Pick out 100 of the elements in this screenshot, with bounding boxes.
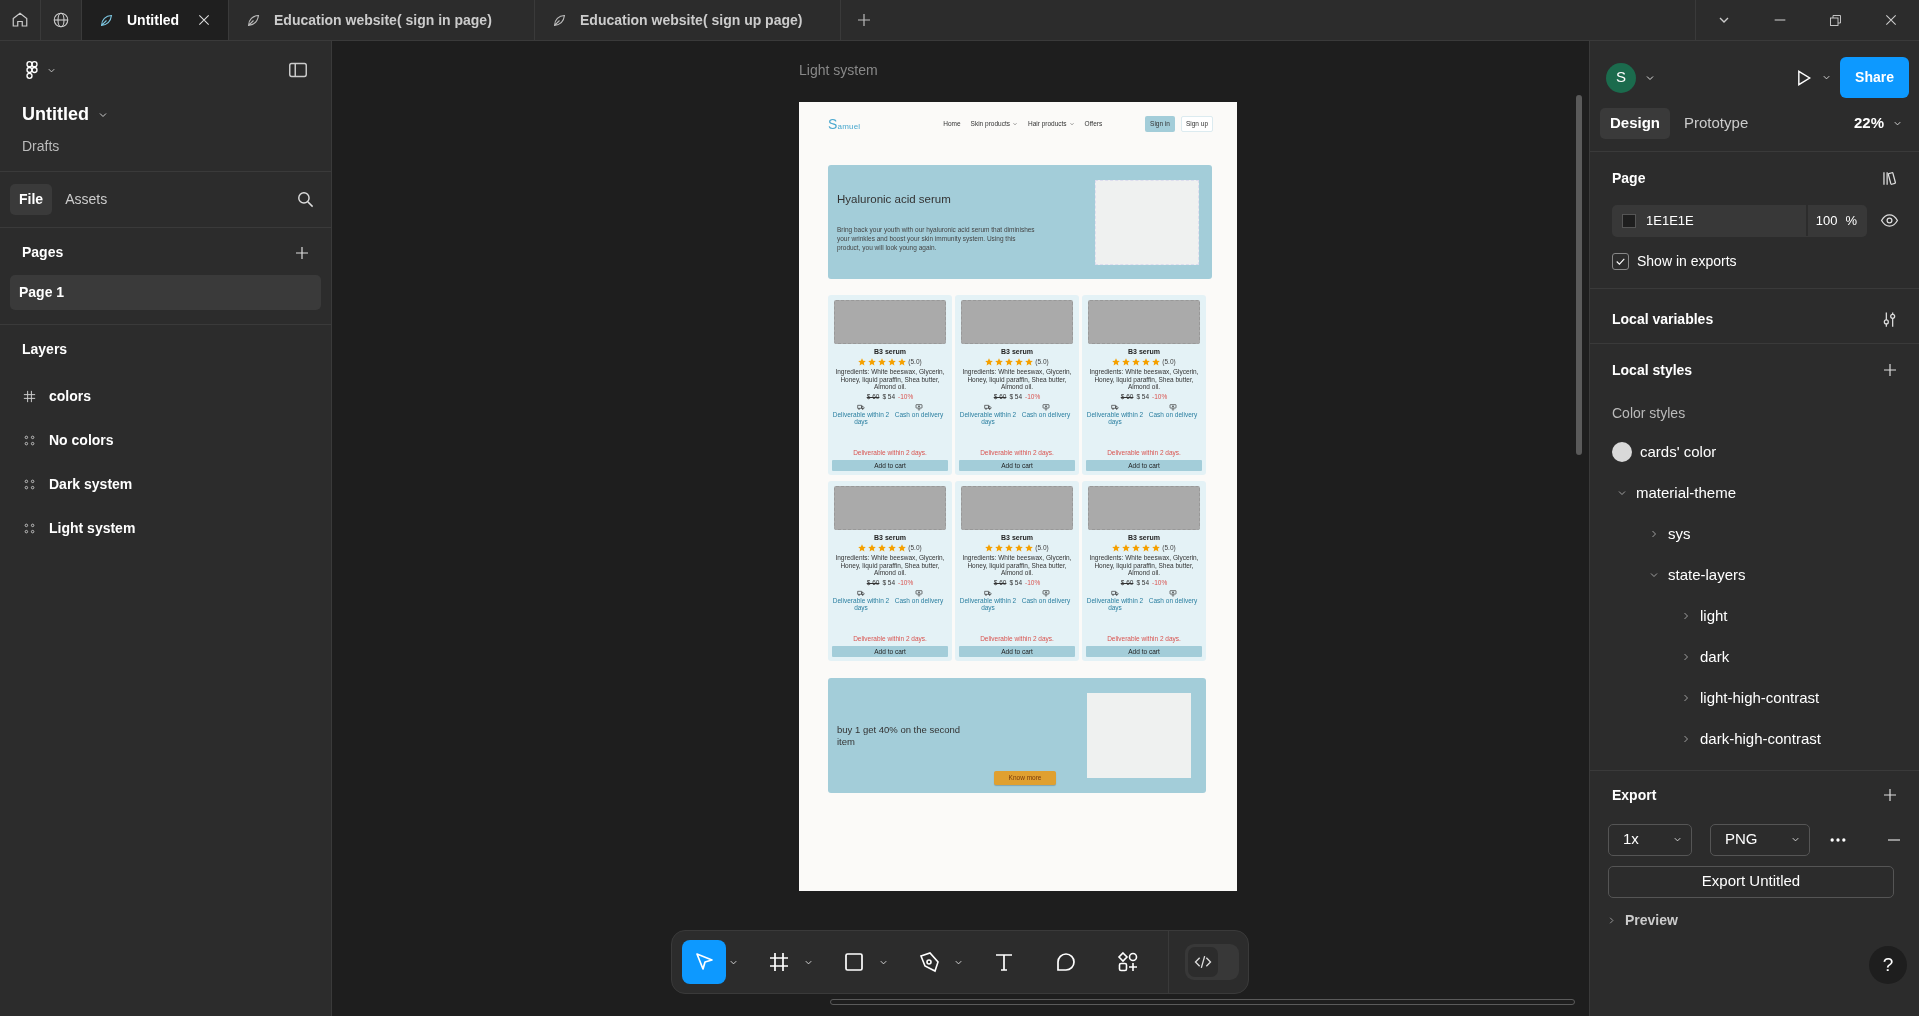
checkbox[interactable] bbox=[1612, 252, 1629, 270]
style-group[interactable]: light bbox=[1680, 595, 1899, 637]
eye-icon[interactable] bbox=[1880, 211, 1899, 230]
globe-icon[interactable] bbox=[52, 11, 70, 29]
scale-select[interactable]: 1x bbox=[1608, 823, 1692, 856]
layer-item[interactable]: Light system bbox=[0, 506, 331, 550]
restore-icon[interactable] bbox=[1828, 12, 1843, 28]
star-icon bbox=[1015, 544, 1024, 553]
comment-icon bbox=[1054, 950, 1078, 974]
style-group[interactable]: state-layers bbox=[1648, 554, 1899, 596]
layer-label: No colors bbox=[49, 430, 114, 450]
unit-label: % bbox=[1845, 211, 1857, 230]
star-icon bbox=[888, 544, 897, 553]
star-icon bbox=[898, 358, 907, 367]
star-icon bbox=[858, 544, 867, 553]
preview-toggle[interactable]: Preview bbox=[1606, 909, 1678, 931]
cash-icon bbox=[915, 402, 923, 411]
cash-icon bbox=[1169, 588, 1177, 597]
layer-label: Light system bbox=[49, 518, 136, 538]
star-icon bbox=[1015, 358, 1024, 367]
group-label: dark-high-contrast bbox=[1700, 728, 1821, 749]
format-select[interactable]: PNG bbox=[1710, 823, 1810, 856]
export-button[interactable]: Export Untitled bbox=[1608, 865, 1894, 898]
layer-item[interactable]: No colors bbox=[0, 418, 331, 462]
add-icon[interactable] bbox=[1881, 361, 1899, 379]
star-icon bbox=[1005, 358, 1014, 367]
close-icon[interactable] bbox=[1883, 12, 1899, 28]
panel-tab[interactable]: File bbox=[10, 184, 53, 215]
subsection-title: Color styles bbox=[1612, 403, 1686, 423]
avatar: S bbox=[1606, 62, 1636, 93]
tab-label: Education website( sign up page) bbox=[580, 10, 803, 30]
tab-label: Education website( sign in page) bbox=[274, 10, 492, 30]
layer-item[interactable]: Dark system bbox=[0, 462, 331, 506]
style-group[interactable]: dark bbox=[1680, 636, 1899, 678]
logo-text: Samuel bbox=[828, 114, 861, 134]
search-icon[interactable] bbox=[296, 190, 315, 209]
color-style-item[interactable]: cards' color bbox=[1612, 431, 1899, 473]
panel-tab[interactable]: Design bbox=[1600, 108, 1670, 139]
star-icon bbox=[868, 358, 877, 367]
zoom-level: 22% bbox=[1853, 113, 1884, 133]
star-icon bbox=[1132, 358, 1141, 367]
star-icon bbox=[1142, 358, 1151, 367]
add-icon[interactable] bbox=[1881, 786, 1899, 804]
file-name[interactable]: Untitled bbox=[22, 101, 89, 128]
star-icon bbox=[995, 358, 1004, 367]
truck-icon bbox=[984, 588, 992, 597]
home-icon[interactable] bbox=[11, 11, 29, 29]
star-icon bbox=[985, 544, 994, 553]
star-icon bbox=[878, 358, 887, 367]
promo-title: buy 1 get 40% on the second item bbox=[837, 724, 962, 747]
truck-icon bbox=[1111, 588, 1119, 597]
section-title: Pages bbox=[22, 243, 64, 262]
document-tab[interactable]: Untitled bbox=[82, 0, 229, 40]
tool-button[interactable] bbox=[682, 940, 726, 984]
style-group[interactable]: sys bbox=[1648, 513, 1899, 555]
star-icon bbox=[1152, 358, 1161, 367]
truck-icon bbox=[857, 588, 865, 597]
frame-icon bbox=[767, 950, 791, 974]
dev-mode-toggle[interactable] bbox=[1185, 944, 1239, 980]
scrollbar[interactable] bbox=[830, 999, 1575, 1005]
select-value: PNG bbox=[1725, 829, 1758, 850]
panel-tab[interactable]: Assets bbox=[56, 184, 117, 215]
section-title: Page bbox=[1612, 168, 1646, 188]
file-location: Drafts bbox=[22, 137, 61, 156]
truck-icon bbox=[1111, 402, 1119, 411]
truck-icon bbox=[857, 402, 865, 411]
rectangle-icon bbox=[842, 950, 866, 974]
opacity-value: 100 bbox=[1805, 204, 1846, 237]
color-value: 1E1E1E bbox=[1646, 211, 1694, 230]
cash-icon bbox=[1042, 588, 1050, 597]
style-group[interactable]: light-high-contrast bbox=[1680, 677, 1899, 719]
star-icon bbox=[1142, 544, 1151, 553]
tab-label: Untitled bbox=[127, 10, 180, 30]
hash-icon bbox=[22, 388, 37, 404]
panel-tab[interactable]: Prototype bbox=[1674, 108, 1759, 139]
close-icon[interactable] bbox=[196, 12, 212, 28]
star-icon bbox=[888, 358, 897, 367]
star-icon bbox=[1122, 358, 1131, 367]
page-item[interactable]: Page 1 bbox=[10, 275, 321, 310]
user-menu[interactable]: S bbox=[1606, 62, 1656, 93]
star-icon bbox=[858, 358, 867, 367]
style-group[interactable]: material-theme bbox=[1616, 472, 1899, 514]
color-field[interactable]: 1E1E1E 100 % bbox=[1612, 204, 1867, 237]
select-value: 1x bbox=[1623, 829, 1639, 850]
star-icon bbox=[1152, 544, 1161, 553]
checkbox-label: Show in exports bbox=[1637, 251, 1737, 271]
layer-item[interactable]: colors bbox=[0, 374, 331, 418]
style-group[interactable]: dark-high-contrast bbox=[1680, 718, 1899, 760]
star-icon bbox=[995, 544, 1004, 553]
star-icon bbox=[1025, 544, 1034, 553]
group-label: dark bbox=[1700, 646, 1730, 667]
star-icon bbox=[1025, 358, 1034, 367]
zoom-menu[interactable]: 22% bbox=[1853, 112, 1903, 135]
section-title: Local variables bbox=[1612, 309, 1714, 329]
layer-label: Dark system bbox=[49, 474, 133, 494]
new-tab-icon[interactable] bbox=[855, 11, 873, 29]
scrollbar[interactable] bbox=[1576, 95, 1582, 455]
group-label: light bbox=[1700, 605, 1728, 626]
help-button[interactable]: ? bbox=[1869, 946, 1907, 984]
frame-label[interactable]: Light system bbox=[799, 60, 878, 81]
